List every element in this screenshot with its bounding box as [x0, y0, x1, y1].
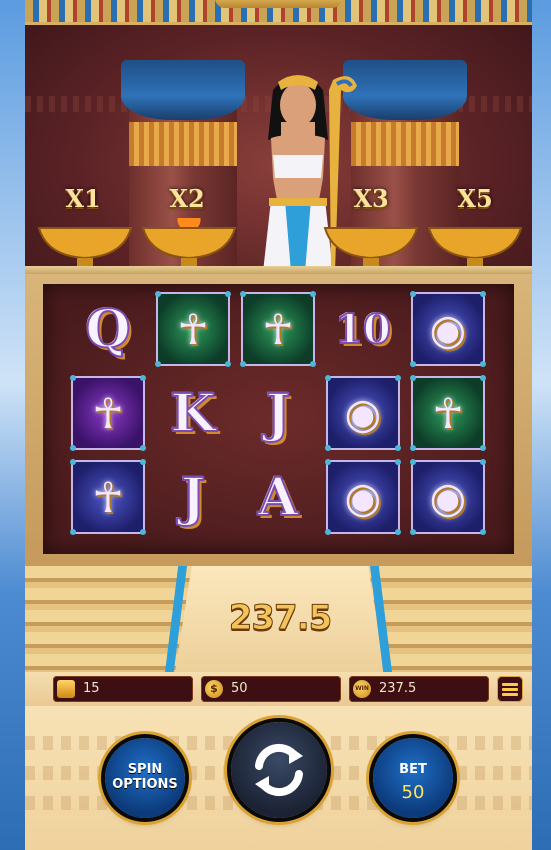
reel-symbol-ankh-blue: ☥	[70, 459, 146, 535]
coin-icon: $	[205, 680, 223, 698]
reel-symbol-Q: Q	[71, 292, 145, 366]
balance-field: 15	[53, 676, 193, 702]
reel-symbol-ankh-green: ☥	[410, 375, 486, 451]
title-plaque	[215, 0, 342, 8]
ankh-blue-icon: ☥	[92, 472, 124, 522]
menu-icon	[502, 683, 518, 686]
multiplier-x2: X2	[169, 184, 205, 213]
symbol-letter: Q	[84, 298, 131, 361]
menu-button[interactable]	[497, 676, 523, 702]
balance-value: 15	[83, 681, 100, 696]
top-banner	[25, 0, 532, 25]
reel-symbol-ankh-green: ☥	[155, 291, 231, 367]
win-icon: WIN	[353, 680, 371, 698]
ankh-green-icon: ☥	[262, 304, 294, 354]
reel-symbol-scarab-purple: ☥	[70, 375, 146, 451]
spin-options-button[interactable]: SPIN OPTIONS	[105, 738, 185, 818]
multiplier-x1: X1	[65, 184, 101, 213]
background-right	[532, 0, 551, 850]
bet-button[interactable]: BET 50	[373, 738, 453, 818]
reel-symbol-eye-of-horus: ◉	[325, 375, 401, 451]
refresh-icon	[255, 743, 303, 797]
reel-symbol-eye-of-horus: ◉	[410, 459, 486, 535]
bet-field: $ 50	[201, 676, 341, 702]
reel-symbol-10: 10	[326, 292, 400, 366]
win-value: 237.5	[379, 681, 417, 696]
spin-options-label: SPIN OPTIONS	[105, 762, 185, 792]
symbol-letter: A	[257, 466, 299, 529]
multiplier-x3: X3	[353, 184, 389, 213]
spin-button[interactable]	[231, 722, 327, 818]
reel-grid: Q ☥ ☥ 10 ◉ ☥ K J ◉ ☥ ☥ J A ◉ ◉	[43, 284, 514, 554]
bet-label: BET	[399, 762, 427, 777]
spin-options-label-line2: OPTIONS	[112, 777, 178, 792]
symbol-letter: K	[169, 382, 216, 445]
bet-value: 50	[231, 681, 248, 696]
eye-of-horus-icon: ◉	[344, 472, 382, 522]
symbol-letter: 10	[334, 305, 392, 354]
eye-of-horus-icon: ◉	[429, 472, 467, 522]
ankh-green-icon: ☥	[177, 304, 209, 354]
ankh-green-icon: ☥	[432, 388, 464, 438]
spin-options-label-line1: SPIN	[127, 762, 163, 777]
reel-symbol-ankh-green: ☥	[240, 291, 316, 367]
reel-symbol-J: J	[241, 376, 315, 450]
background-left	[0, 0, 25, 850]
win-amount-display: 237.5	[228, 598, 333, 639]
reel-symbol-eye-of-horus: ◉	[410, 291, 486, 367]
scarab-purple-icon: ☥	[92, 388, 124, 438]
reel-symbol-J: J	[156, 460, 230, 534]
win-field: WIN 237.5	[349, 676, 489, 702]
symbol-letter: J	[265, 382, 292, 445]
bet-amount: 50	[401, 782, 425, 803]
eye-of-horus-icon: ◉	[429, 304, 467, 354]
reel-symbol-K: K	[156, 376, 230, 450]
slot-game: X1 X2 X3 X5 Q ☥ ☥ 10 ◉ ☥ K J ◉ ☥ ☥ J A ◉ ◉ 237.5	[25, 0, 532, 850]
multiplier-x5: X5	[457, 184, 493, 213]
eye-of-horus-icon: ◉	[344, 388, 382, 438]
info-bar: 15 $ 50 WIN 237.5	[25, 672, 532, 706]
reel-symbol-A: A	[241, 460, 315, 534]
symbol-letter: J	[180, 466, 207, 529]
reels-frame: Q ☥ ☥ 10 ◉ ☥ K J ◉ ☥ ☥ J A ◉ ◉	[25, 274, 532, 566]
reel-symbol-eye-of-horus: ◉	[325, 459, 401, 535]
temple-scene: X1 X2 X3 X5	[25, 0, 532, 275]
wallet-icon	[57, 680, 75, 698]
